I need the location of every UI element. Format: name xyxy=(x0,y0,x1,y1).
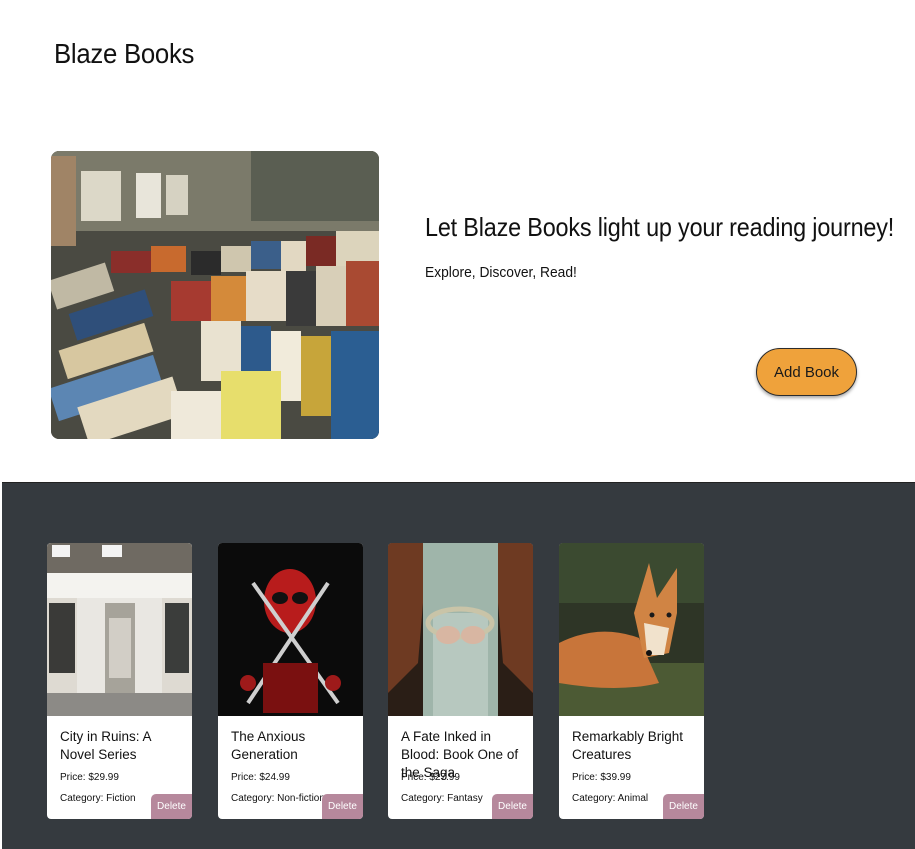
crown-in-hands-photo-icon xyxy=(388,543,533,716)
book-category: Category: Non-fiction xyxy=(231,793,325,804)
book-category: Category: Fiction xyxy=(60,793,136,804)
fox-photo-icon xyxy=(559,543,704,716)
book-title: Remarkably Bright Creatures xyxy=(572,729,684,762)
book-price: Price: $39.99 xyxy=(572,772,631,783)
hero-subheading: Explore, Discover, Read! xyxy=(425,264,577,281)
book-card: The Anxious Generation Price: $24.99 Cat… xyxy=(218,543,363,819)
hero-heading: Let Blaze Books light up your reading jo… xyxy=(425,212,895,242)
masked-hero-photo-icon xyxy=(218,543,363,716)
delete-button[interactable]: Delete xyxy=(151,794,192,819)
book-title: City in Ruins: A Novel Series xyxy=(60,729,151,762)
book-category: Category: Fantasy xyxy=(401,793,483,804)
delete-button[interactable]: Delete xyxy=(322,794,363,819)
storefront-photo-icon xyxy=(47,543,192,716)
page: Blaze Books Let Blaze Books light up you… xyxy=(0,0,915,849)
delete-button[interactable]: Delete xyxy=(492,794,533,819)
book-card: A Fate Inked in Blood: Book One of the S… xyxy=(388,543,533,819)
add-book-button[interactable]: Add Book xyxy=(756,348,857,396)
book-price: Price: $24.99 xyxy=(231,772,290,783)
book-category: Category: Animal xyxy=(572,793,649,804)
book-card: City in Ruins: A Novel Series Price: $29… xyxy=(47,543,192,819)
book-title: The Anxious Generation xyxy=(231,729,306,762)
books-section: City in Ruins: A Novel Series Price: $29… xyxy=(2,482,915,849)
book-price: Price: $29.99 xyxy=(60,772,119,783)
hero-bookstore-image xyxy=(51,151,379,439)
site-title: Blaze Books xyxy=(54,38,195,69)
book-card: Remarkably Bright Creatures Price: $39.9… xyxy=(559,543,704,819)
book-price: Price: $27.99 xyxy=(401,772,460,783)
delete-button[interactable]: Delete xyxy=(663,794,704,819)
